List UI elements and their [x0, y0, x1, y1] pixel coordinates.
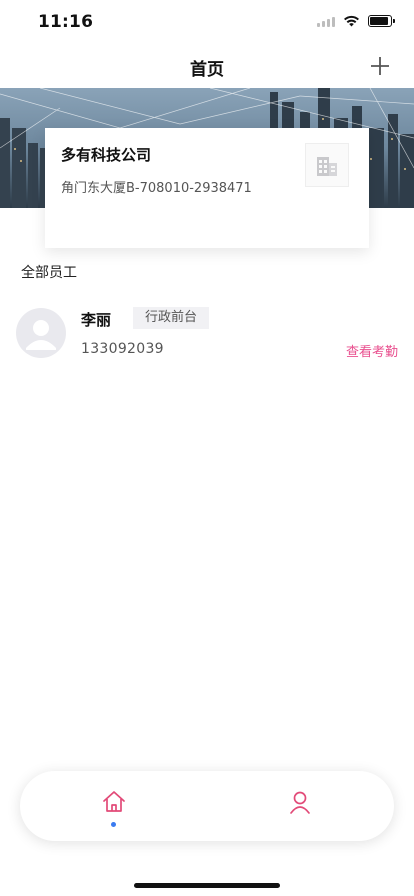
home-screen: 11:16 首页 多有科技公司 角门东大厦B-708010-2938471 全部…	[0, 0, 414, 896]
employee-phone: 133092039	[81, 341, 164, 357]
tab-bar	[20, 771, 394, 841]
home-icon	[103, 791, 125, 812]
home-indicator	[134, 883, 280, 888]
status-time: 11:16	[38, 12, 94, 32]
section-title-all-employees: 全部员工	[21, 265, 77, 281]
company-address: 角门东大厦B-708010-2938471	[61, 181, 252, 196]
company-card[interactable]: 多有科技公司 角门东大厦B-708010-2938471	[45, 128, 369, 248]
building-icon	[317, 157, 337, 176]
nav-bar: 首页	[0, 44, 414, 88]
department-badge: 行政前台	[133, 307, 210, 329]
view-attendance-link[interactable]: 查看考勤	[346, 341, 398, 360]
wifi-icon	[344, 15, 359, 27]
battery-icon	[368, 15, 395, 27]
tab-profile[interactable]	[286, 789, 314, 829]
avatar	[16, 308, 66, 358]
plus-icon[interactable]	[368, 54, 392, 78]
page-title: 首页	[190, 60, 224, 80]
active-tab-indicator	[111, 822, 116, 827]
status-bar: 11:16	[0, 0, 414, 44]
employee-list-item[interactable]: 李丽 行政前台 133092039 查看考勤	[0, 300, 414, 370]
status-icons	[317, 15, 395, 27]
tab-home[interactable]	[100, 789, 128, 829]
company-logo	[305, 143, 349, 187]
person-icon	[26, 320, 56, 350]
employee-name: 李丽	[81, 311, 112, 329]
company-name: 多有科技公司	[61, 146, 152, 164]
person-icon	[290, 791, 310, 814]
cellular-signal-icon	[317, 15, 335, 27]
